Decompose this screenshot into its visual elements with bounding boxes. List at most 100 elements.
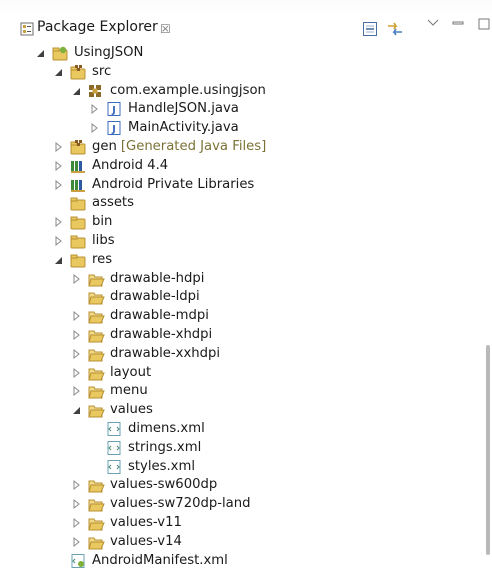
collapsed-triangle-icon[interactable] [70, 367, 82, 379]
tree-item-gen[interactable]: gen [Generated Java Files] [0, 137, 480, 157]
expanded-triangle-icon[interactable] [52, 66, 64, 78]
tree-item-values-sw720dp-land[interactable]: values-sw720dp-land [0, 494, 480, 514]
collapsed-triangle-icon[interactable] [70, 310, 82, 322]
tree-item-mainactivity-java[interactable]: J MainActivity.java [0, 118, 480, 138]
tree-item-text: MainActivity.java [128, 120, 239, 136]
tree-item-text: drawable-ldpi [110, 289, 200, 305]
collapsed-triangle-icon[interactable] [70, 498, 82, 510]
tree-item-values[interactable]: values [0, 400, 480, 420]
tree-item-label: src [92, 63, 111, 81]
tree-item-label: drawable-xxhdpi [110, 345, 220, 363]
open-folder-icon [88, 386, 105, 399]
tree-item-drawable-xhdpi[interactable]: drawable-xhdpi [0, 325, 480, 345]
tree-item-libs[interactable]: libs [0, 231, 480, 251]
tree-item-label: assets [92, 194, 134, 212]
tree-item-text: values-v14 [110, 533, 182, 549]
collapsed-triangle-icon[interactable] [70, 273, 82, 285]
tree-item-text: HandleJSON.java [128, 101, 239, 117]
tree-item-label: drawable-hdpi [110, 270, 204, 288]
xml-file-icon [107, 459, 121, 474]
tree-item-text: drawable-xxhdpi [110, 345, 221, 361]
tree-item-label: strings.xml [128, 439, 201, 457]
collapsed-triangle-icon[interactable] [70, 385, 82, 397]
project-tree: UsingJSON src com.example.usingjson J Han… [0, 0, 492, 568]
source-folder-icon [70, 64, 86, 80]
tree-item-values-v14[interactable]: values-v14 [0, 532, 480, 552]
library-icon [71, 179, 85, 192]
tree-item-values-v11[interactable]: values-v11 [0, 513, 480, 533]
tree-item-values-sw600dp[interactable]: values-sw600dp [0, 475, 480, 495]
tree-item-styles-xml[interactable]: styles.xml [0, 457, 480, 477]
xml-file-icon [107, 440, 121, 455]
expanded-triangle-icon[interactable] [70, 85, 82, 97]
open-folder-icon [88, 537, 105, 550]
tree-item-usingjson[interactable]: UsingJSON [0, 43, 480, 63]
tree-item-android-4-4[interactable]: Android 4.4 [0, 156, 480, 176]
source-folder-icon [70, 140, 86, 155]
tree-item-drawable-hdpi[interactable]: drawable-hdpi [0, 269, 480, 289]
package-explorer-view: Package Explorer ☒ UsingJSON src com.exa… [0, 0, 492, 568]
collapsed-triangle-icon[interactable] [52, 141, 64, 153]
tree-item-label: res [92, 251, 112, 269]
collapsed-triangle-icon[interactable] [88, 103, 100, 115]
tree-item-label: gen [Generated Java Files] [92, 138, 266, 156]
open-folder-icon [88, 499, 105, 512]
tree-item-text: values [110, 402, 153, 418]
tree-item-layout[interactable]: layout [0, 363, 480, 383]
tree-item-drawable-ldpi[interactable]: drawable-ldpi [0, 287, 480, 307]
collapsed-triangle-icon[interactable] [88, 122, 100, 134]
open-folder-icon [88, 480, 105, 493]
tree-item-text: drawable-hdpi [110, 270, 205, 286]
open-folder-icon [88, 292, 105, 305]
expanded-triangle-icon[interactable] [52, 254, 64, 266]
collapsed-triangle-icon[interactable] [52, 160, 64, 172]
tree-item-label: values [110, 401, 153, 419]
vertical-scrollbar[interactable] [486, 345, 490, 555]
tree-item-menu[interactable]: menu [0, 381, 480, 401]
tree-item-drawable-xxhdpi[interactable]: drawable-xxhdpi [0, 344, 480, 364]
tree-item-label: libs [92, 232, 115, 250]
tree-item-handlejson-java[interactable]: J HandleJSON.java [0, 99, 480, 119]
tree-item-label: drawable-xhdpi [110, 326, 212, 344]
open-folder-icon [88, 518, 105, 531]
collapsed-triangle-icon[interactable] [70, 517, 82, 529]
collapsed-triangle-icon[interactable] [70, 329, 82, 341]
tree-item-com-example-usingjson[interactable]: com.example.usingjson [0, 81, 480, 101]
open-folder-icon [88, 330, 105, 343]
tree-item-label: Android Private Libraries [92, 176, 254, 194]
tree-item-androidmanifest-xml[interactable]: AndroidManifest.xml [0, 551, 480, 571]
tree-item-label: menu [110, 382, 148, 400]
collapsed-triangle-icon[interactable] [70, 479, 82, 491]
tree-item-text: strings.xml [128, 439, 202, 455]
package-icon [89, 84, 101, 97]
collapsed-triangle-icon[interactable] [52, 216, 64, 228]
collapsed-triangle-icon[interactable] [52, 235, 64, 247]
tree-item-label: HandleJSON.java [128, 100, 239, 118]
tree-item-drawable-mdpi[interactable]: drawable-mdpi [0, 306, 480, 326]
expanded-triangle-icon[interactable] [70, 404, 82, 416]
tree-item-decoration: [Generated Java Files] [120, 139, 267, 154]
tree-item-src[interactable]: src [0, 62, 480, 82]
collapsed-triangle-icon[interactable] [70, 536, 82, 548]
tree-item-strings-xml[interactable]: strings.xml [0, 438, 480, 458]
tree-item-text: values-sw720dp-land [110, 496, 251, 512]
open-folder-icon [88, 368, 105, 381]
collapsed-triangle-icon[interactable] [70, 348, 82, 360]
tree-item-text: Android 4.4 [92, 157, 169, 173]
tree-item-text: com.example.usingjson [110, 82, 266, 98]
tree-item-res[interactable]: res [0, 250, 480, 270]
tree-item-android-private-libraries[interactable]: Android Private Libraries [0, 175, 480, 195]
tree-item-text: bin [92, 214, 113, 230]
tree-item-assets[interactable]: assets [0, 193, 480, 213]
svg-text:J: J [111, 124, 116, 135]
folder-icon [70, 197, 86, 211]
java-file-icon: J [107, 102, 121, 117]
tree-item-label: values-v14 [110, 533, 182, 551]
tree-item-dimens-xml[interactable]: dimens.xml [0, 419, 480, 439]
manifest-file-icon [71, 553, 85, 568]
open-folder-icon [88, 405, 105, 418]
expanded-triangle-icon[interactable] [34, 47, 46, 59]
tree-item-bin[interactable]: bin [0, 212, 480, 232]
tree-item-label: com.example.usingjson [110, 82, 266, 100]
collapsed-triangle-icon[interactable] [52, 179, 64, 191]
